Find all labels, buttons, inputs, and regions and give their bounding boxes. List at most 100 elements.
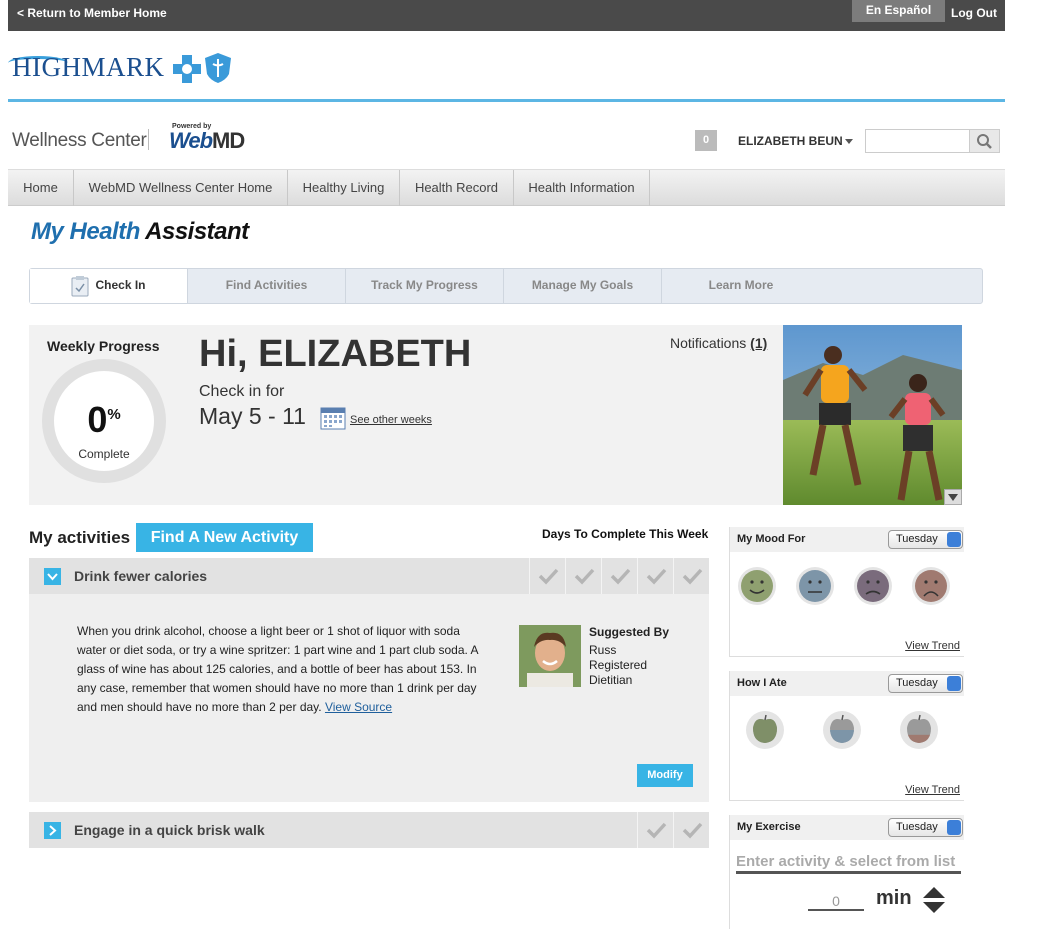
apple-icon[interactable] [822, 710, 862, 750]
day-checkmark[interactable] [637, 812, 673, 848]
header-divider [8, 99, 1005, 102]
days-to-complete-label: Days To Complete This Week [542, 527, 709, 541]
tab-track-my-progress[interactable]: Track My Progress [346, 269, 504, 303]
checkmark-icon [682, 568, 703, 585]
activity-details: When you drink alcohol, choose a light b… [29, 594, 709, 802]
tab-find-activities[interactable]: Find Activities [188, 269, 346, 303]
photo-menu-button[interactable] [944, 489, 962, 505]
apple-icon[interactable] [899, 710, 939, 750]
highmark-wordmark: HIGHMARK [12, 52, 165, 82]
nav-item-health-information[interactable]: Health Information [514, 170, 650, 206]
exercise-day-select[interactable]: Tuesday [888, 818, 963, 837]
nav-item-home[interactable]: Home [8, 170, 74, 206]
tab-check-in[interactable]: Check In [30, 269, 188, 303]
top-bar: < Return to Member Home En Español Log O… [8, 0, 1005, 31]
activity-description: When you drink alcohol, choose a light b… [77, 622, 489, 717]
ate-header: How I Ate Tuesday [730, 671, 964, 696]
search-box [865, 129, 1000, 153]
day-checkmark[interactable] [673, 558, 709, 594]
exercise-header: My Exercise Tuesday [730, 815, 964, 840]
happy-face-icon[interactable] [737, 566, 777, 606]
page-title: My Health Assistant [31, 218, 249, 246]
title-separator [148, 129, 149, 150]
sad-face-icon[interactable] [853, 566, 893, 606]
day-checkmark[interactable] [601, 558, 637, 594]
expand-toggle[interactable] [44, 822, 61, 839]
day-checkmark[interactable] [529, 558, 565, 594]
logout-link[interactable]: Log Out [951, 6, 997, 20]
ate-day-select[interactable]: Tuesday [888, 674, 963, 693]
checkmark-icon [610, 568, 631, 585]
day-checkmark[interactable] [565, 558, 601, 594]
exercise-minutes-input[interactable]: 0 [808, 893, 864, 911]
find-new-activity-button[interactable]: Find A New Activity [136, 523, 313, 552]
percent-sign: % [107, 406, 121, 423]
how-i-ate-widget: How I Ate Tuesday View Trend [729, 671, 964, 801]
mood-day-select[interactable]: Tuesday [888, 530, 963, 549]
nav-item-webmd-wellness-center-home[interactable]: WebMD Wellness Center Home [74, 170, 288, 206]
dietitian-avatar [519, 625, 581, 687]
checkmark-icon [538, 568, 559, 585]
weekly-progress-label: Weekly Progress [47, 338, 160, 354]
tab-learn-more[interactable]: Learn More [662, 269, 820, 303]
exercise-widget: My Exercise Tuesday Enter activity & sel… [729, 815, 964, 929]
ate-view-trend-link[interactable]: View Trend [905, 784, 960, 796]
suggested-by-name: Russ Registered Dietitian [589, 643, 648, 687]
nav-item-healthy-living[interactable]: Healthy Living [288, 170, 400, 206]
calendar-icon[interactable] [320, 406, 346, 430]
checkmark-icon [574, 568, 595, 585]
wellness-center-title: Wellness Center [12, 130, 147, 151]
runners-photo [783, 325, 962, 505]
search-icon [977, 134, 992, 149]
notifications-count-link[interactable]: (1) [750, 335, 767, 351]
apple-icon[interactable] [745, 710, 785, 750]
greeting: Hi, ELIZABETH [199, 333, 472, 375]
notification-counter-badge[interactable]: 0 [695, 130, 717, 151]
highmark-logo[interactable]: HIGHMARK [8, 40, 248, 90]
day-checkmark[interactable] [637, 558, 673, 594]
my-activities-heading: My activities [29, 528, 131, 547]
webmd-logo: WebMD [169, 128, 245, 154]
exercise-day-value: Tuesday [896, 821, 938, 833]
minutes-unit-label: min [876, 887, 912, 909]
page-title-part-2: Assistant [145, 218, 249, 245]
ate-day-value: Tuesday [896, 677, 938, 689]
nav-item-health-record[interactable]: Health Record [400, 170, 514, 206]
blue-shield-icon [205, 53, 231, 83]
mood-view-trend-link[interactable]: View Trend [905, 640, 960, 652]
activity-name: Engage in a quick brisk walk [74, 822, 265, 838]
notifications-label: Notifications [670, 335, 747, 351]
tab-manage-my-goals[interactable]: Manage My Goals [504, 269, 662, 303]
notifications: Notifications (1) [670, 335, 767, 351]
decrease-minutes-button[interactable] [923, 902, 945, 913]
blue-cross-icon [173, 55, 201, 83]
chevron-down-icon [47, 573, 58, 581]
search-input[interactable] [866, 130, 969, 152]
very-sad-face-icon[interactable] [911, 566, 951, 606]
mood-title: My Mood For [737, 533, 806, 545]
search-button[interactable] [969, 130, 999, 152]
complete-label: Complete [78, 447, 130, 461]
day-checkmark[interactable] [673, 812, 709, 848]
checkmark-icon [682, 822, 703, 839]
view-source-link[interactable]: View Source [325, 700, 392, 714]
webmd-md: MD [212, 128, 245, 153]
user-menu[interactable]: ELIZABETH BEUN [738, 134, 853, 148]
select-arrows-icon [947, 820, 961, 835]
activity-row-brisk-walk[interactable]: Engage in a quick brisk walk [29, 812, 709, 848]
see-other-weeks-link[interactable]: See other weeks [350, 414, 432, 426]
modify-button[interactable]: Modify [637, 764, 693, 787]
triangle-down-icon [948, 494, 958, 501]
increase-minutes-button[interactable] [923, 887, 945, 898]
exercise-activity-input[interactable]: Enter activity & select from list [736, 853, 961, 874]
progress-percent-value: 0 [87, 399, 108, 440]
activity-row-drink-fewer-calories[interactable]: Drink fewer calories [29, 558, 709, 594]
mood-header: My Mood For Tuesday [730, 527, 964, 552]
week-date-range: May 5 - 11 [199, 403, 306, 429]
neutral-face-icon[interactable] [795, 566, 835, 606]
espanol-button[interactable]: En Español [852, 0, 945, 22]
collapse-toggle[interactable] [44, 568, 61, 585]
webmd-web: Web [169, 128, 213, 153]
check-in-for-label: Check in for [199, 383, 285, 400]
return-to-member-home-link[interactable]: < Return to Member Home [17, 6, 167, 20]
